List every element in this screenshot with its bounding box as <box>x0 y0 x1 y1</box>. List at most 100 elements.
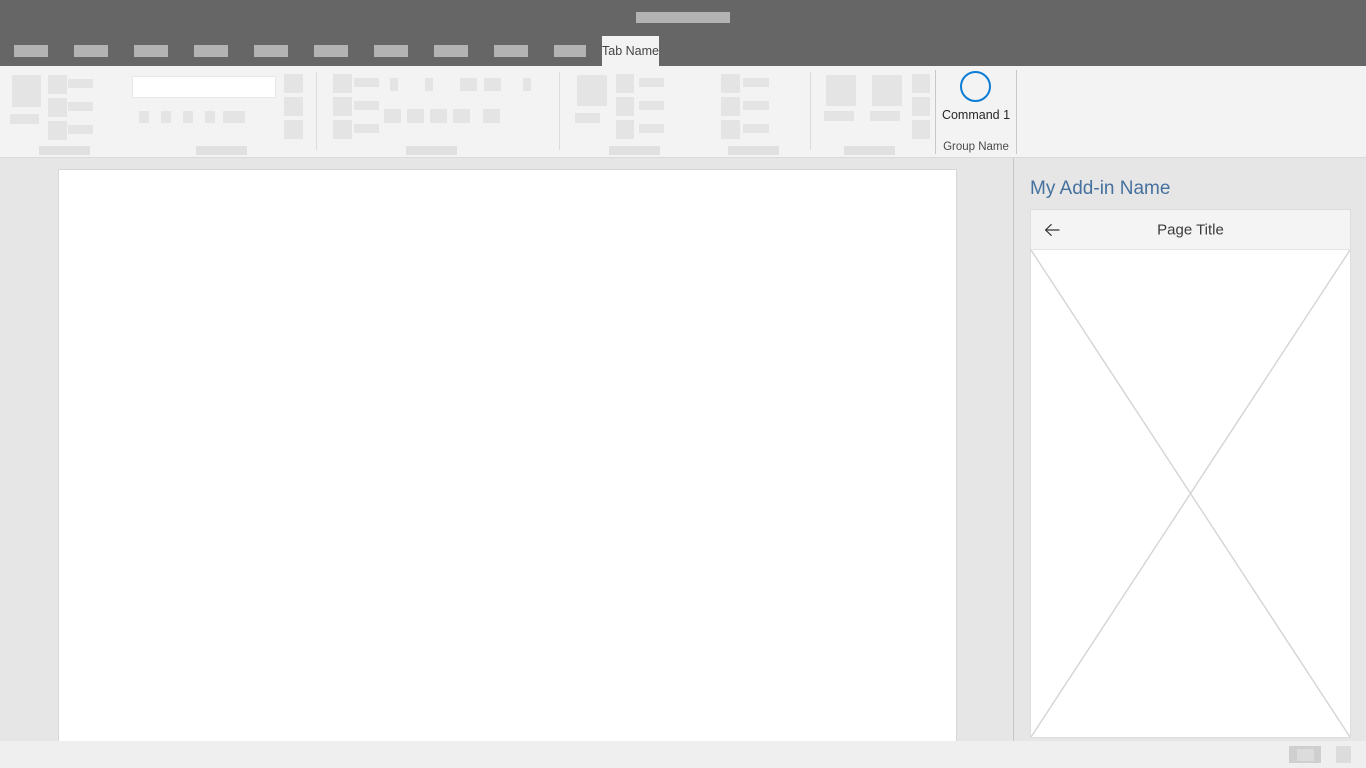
ribbon-group-separator <box>559 72 560 150</box>
ribbon-mini-button[interactable] <box>223 111 245 123</box>
ribbon-group-separator <box>316 72 317 150</box>
ribbon-tab-placeholder[interactable] <box>554 45 586 57</box>
ribbon-tab-active[interactable]: Tab Name <box>602 36 659 66</box>
ribbon-small-button[interactable] <box>333 120 352 139</box>
ribbon-small-button-label <box>639 78 664 87</box>
ribbon-tab-placeholder[interactable] <box>254 45 288 57</box>
ribbon-group-3 <box>563 66 805 157</box>
ribbon-small-button-label <box>68 79 93 88</box>
ribbon-mini-button[interactable] <box>483 109 500 123</box>
ribbon-tab-placeholder[interactable] <box>134 45 168 57</box>
addin-command-button-label[interactable]: Command 1 <box>935 108 1017 122</box>
addin-page-body[interactable] <box>1031 250 1350 737</box>
ribbon-small-button-label <box>639 124 664 133</box>
ribbon-small-button-label <box>743 124 769 133</box>
ribbon-tab-placeholder[interactable] <box>14 45 48 57</box>
document-canvas[interactable] <box>58 169 957 749</box>
ribbon-mini-button[interactable] <box>139 111 149 123</box>
ribbon-mini-button[interactable] <box>460 78 477 91</box>
ribbon-small-button-label <box>743 101 769 110</box>
ribbon-group-1 <box>0 66 313 157</box>
addin-group-name-label: Group Name <box>935 141 1017 153</box>
ribbon-small-button-label <box>68 125 93 134</box>
ribbon-small-button[interactable] <box>333 74 352 93</box>
ribbon-large-button[interactable] <box>12 75 41 107</box>
ribbon-gallery-button[interactable] <box>912 74 930 93</box>
ribbon-group-separator <box>810 72 811 150</box>
ribbon-mini-button[interactable] <box>453 109 470 123</box>
addin-page-header: Page Title <box>1031 210 1350 250</box>
ribbon-tab-placeholder[interactable] <box>74 45 108 57</box>
ribbon-large-button[interactable] <box>872 75 902 106</box>
ribbon-small-button-label <box>743 78 769 87</box>
ribbon-gallery-button[interactable] <box>912 120 930 139</box>
task-pane: My Add-in Name Page Title <box>1014 158 1366 741</box>
ribbon-small-button[interactable] <box>616 120 634 139</box>
ribbon-group-label-placeholder <box>406 146 457 155</box>
title-bar <box>0 0 1366 36</box>
ribbon-text-input[interactable] <box>132 76 276 98</box>
ribbon-small-button[interactable] <box>333 97 352 116</box>
ribbon-group-addin: Command 1 Group Name <box>935 66 1017 157</box>
ribbon-large-button-label <box>824 111 854 121</box>
ribbon-small-button[interactable] <box>721 120 740 139</box>
ribbon-group-label-placeholder <box>39 146 90 155</box>
ribbon-mini-button[interactable] <box>407 109 424 123</box>
status-block-view-controls[interactable] <box>1289 746 1321 763</box>
ribbon-mini-button[interactable] <box>425 78 433 91</box>
office-application-window: Tab Name <box>0 0 1366 768</box>
ribbon-group-label-placeholder <box>609 146 660 155</box>
ribbon-large-button[interactable] <box>826 75 856 106</box>
ribbon-mini-button[interactable] <box>384 109 401 123</box>
addin-content-frame: Page Title <box>1030 209 1351 738</box>
ribbon-tab-active-label: Tab Name <box>602 44 659 58</box>
ribbon-small-button[interactable] <box>48 75 67 94</box>
ribbon-small-button[interactable] <box>721 97 740 116</box>
ribbon-small-button-label <box>354 101 379 110</box>
ribbon-small-button[interactable] <box>48 98 67 117</box>
ribbon-mini-button[interactable] <box>390 78 398 91</box>
status-block-inner <box>1297 749 1314 761</box>
circle-icon[interactable] <box>960 71 991 102</box>
ribbon-mini-button[interactable] <box>183 111 193 123</box>
ribbon-small-button[interactable] <box>616 74 634 93</box>
ribbon-large-button-label <box>870 111 900 121</box>
status-block-zoom[interactable] <box>1336 746 1351 763</box>
ribbon-gallery-button[interactable] <box>284 74 303 93</box>
ribbon-small-button-label <box>639 101 664 110</box>
ribbon: Command 1 Group Name <box>0 66 1366 158</box>
ribbon-small-button[interactable] <box>48 121 67 140</box>
status-bar <box>0 741 1366 768</box>
addin-page-title: Page Title <box>1031 221 1350 238</box>
ribbon-tab-placeholder[interactable] <box>494 45 528 57</box>
ribbon-large-button-label <box>575 113 600 123</box>
addin-name-heading: My Add-in Name <box>1030 178 1170 200</box>
ribbon-group-label-placeholder <box>728 146 779 155</box>
ribbon-tab-placeholder[interactable] <box>374 45 408 57</box>
x-placeholder-icon <box>1031 250 1350 737</box>
ribbon-large-button-label <box>10 114 39 124</box>
ribbon-tab-strip[interactable]: Tab Name <box>0 36 1366 66</box>
ribbon-small-button-label <box>68 102 93 111</box>
ribbon-small-button-label <box>354 78 379 87</box>
ribbon-tab-placeholder[interactable] <box>314 45 348 57</box>
title-placeholder <box>636 12 730 23</box>
ribbon-group-4 <box>814 66 934 157</box>
ribbon-small-button-label <box>354 124 379 133</box>
ribbon-mini-button[interactable] <box>161 111 171 123</box>
ribbon-tab-placeholder[interactable] <box>434 45 468 57</box>
ribbon-mini-button[interactable] <box>205 111 215 123</box>
ribbon-mini-button[interactable] <box>523 78 531 91</box>
ribbon-group-label-placeholder <box>844 146 895 155</box>
ribbon-gallery-button[interactable] <box>284 120 303 139</box>
ribbon-mini-button[interactable] <box>484 78 501 91</box>
ribbon-large-button[interactable] <box>577 75 607 106</box>
ribbon-gallery-button[interactable] <box>284 97 303 116</box>
ribbon-small-button[interactable] <box>721 74 740 93</box>
ribbon-small-button[interactable] <box>616 97 634 116</box>
ribbon-tab-placeholder[interactable] <box>194 45 228 57</box>
ribbon-mini-button[interactable] <box>430 109 447 123</box>
ribbon-gallery-button[interactable] <box>912 97 930 116</box>
ribbon-group-2 <box>320 66 555 157</box>
ribbon-group-label-placeholder <box>196 146 247 155</box>
